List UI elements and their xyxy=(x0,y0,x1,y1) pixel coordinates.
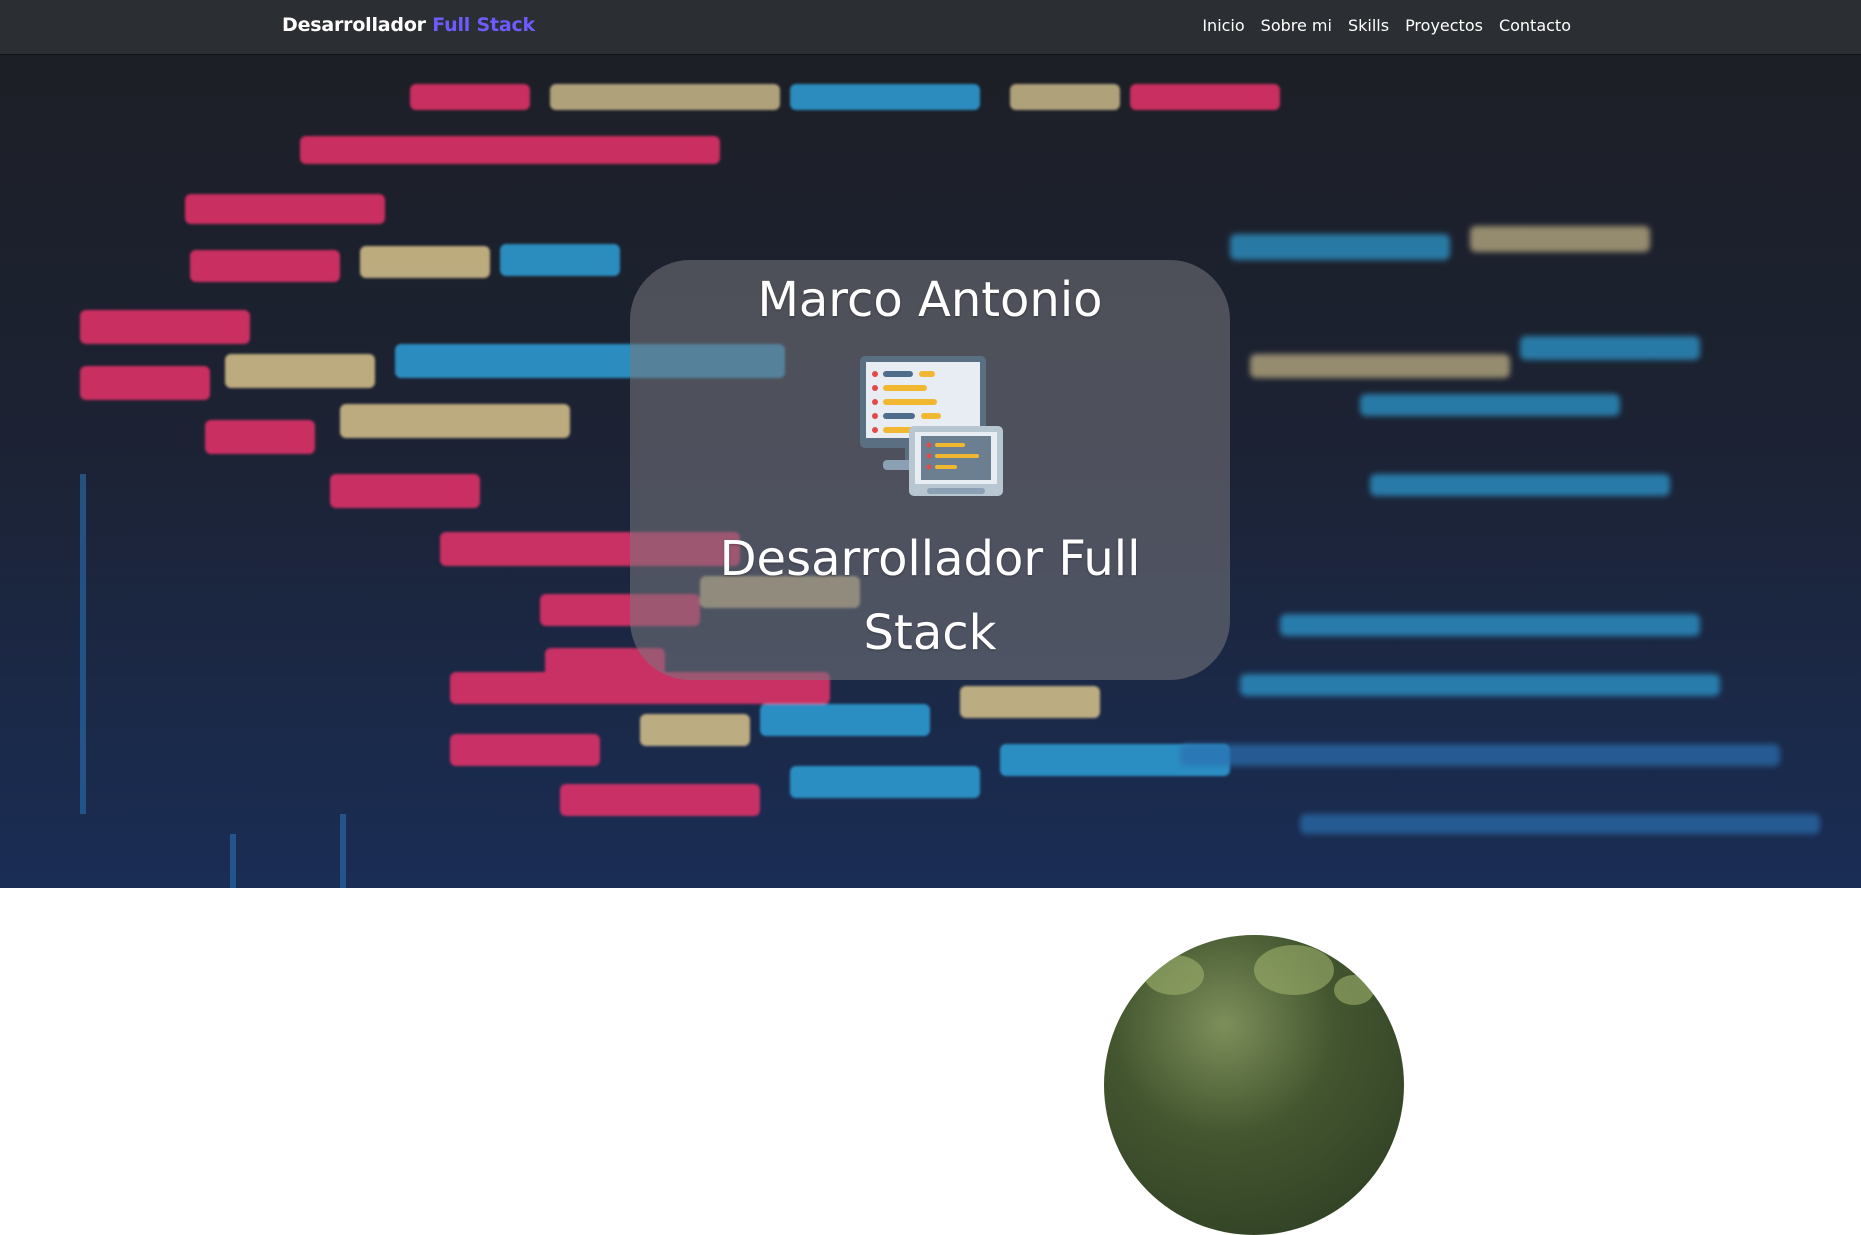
brand-accent-text: Full Stack xyxy=(432,14,535,36)
code-monitors-icon xyxy=(860,356,1003,496)
hero-card: Marco Antonio Desarrollador Full Stack xyxy=(630,260,1230,680)
nav-link-proyectos[interactable]: Proyectos xyxy=(1405,16,1483,35)
nav-link-contacto[interactable]: Contacto xyxy=(1499,16,1571,35)
nav-link-inicio[interactable]: Inicio xyxy=(1202,16,1244,35)
nav-links: Inicio Sobre mi Skills Proyectos Contact… xyxy=(1202,16,1571,35)
brand-main-text: Desarrollador xyxy=(282,14,426,36)
about-section xyxy=(0,888,1861,1235)
nav-link-skills[interactable]: Skills xyxy=(1348,16,1389,35)
profile-photo xyxy=(1104,935,1404,1235)
hero-section: Marco Antonio Desarrollador Full Stack xyxy=(0,54,1861,888)
hero-title: Desarrollador Full Stack xyxy=(719,531,1141,661)
brand-logo[interactable]: Desarrollador Full Stack xyxy=(282,14,535,36)
hero-name: Marco Antonio xyxy=(757,272,1103,328)
navbar: Desarrollador Full Stack Inicio Sobre mi… xyxy=(0,0,1861,54)
nav-link-sobre-mi[interactable]: Sobre mi xyxy=(1261,16,1332,35)
